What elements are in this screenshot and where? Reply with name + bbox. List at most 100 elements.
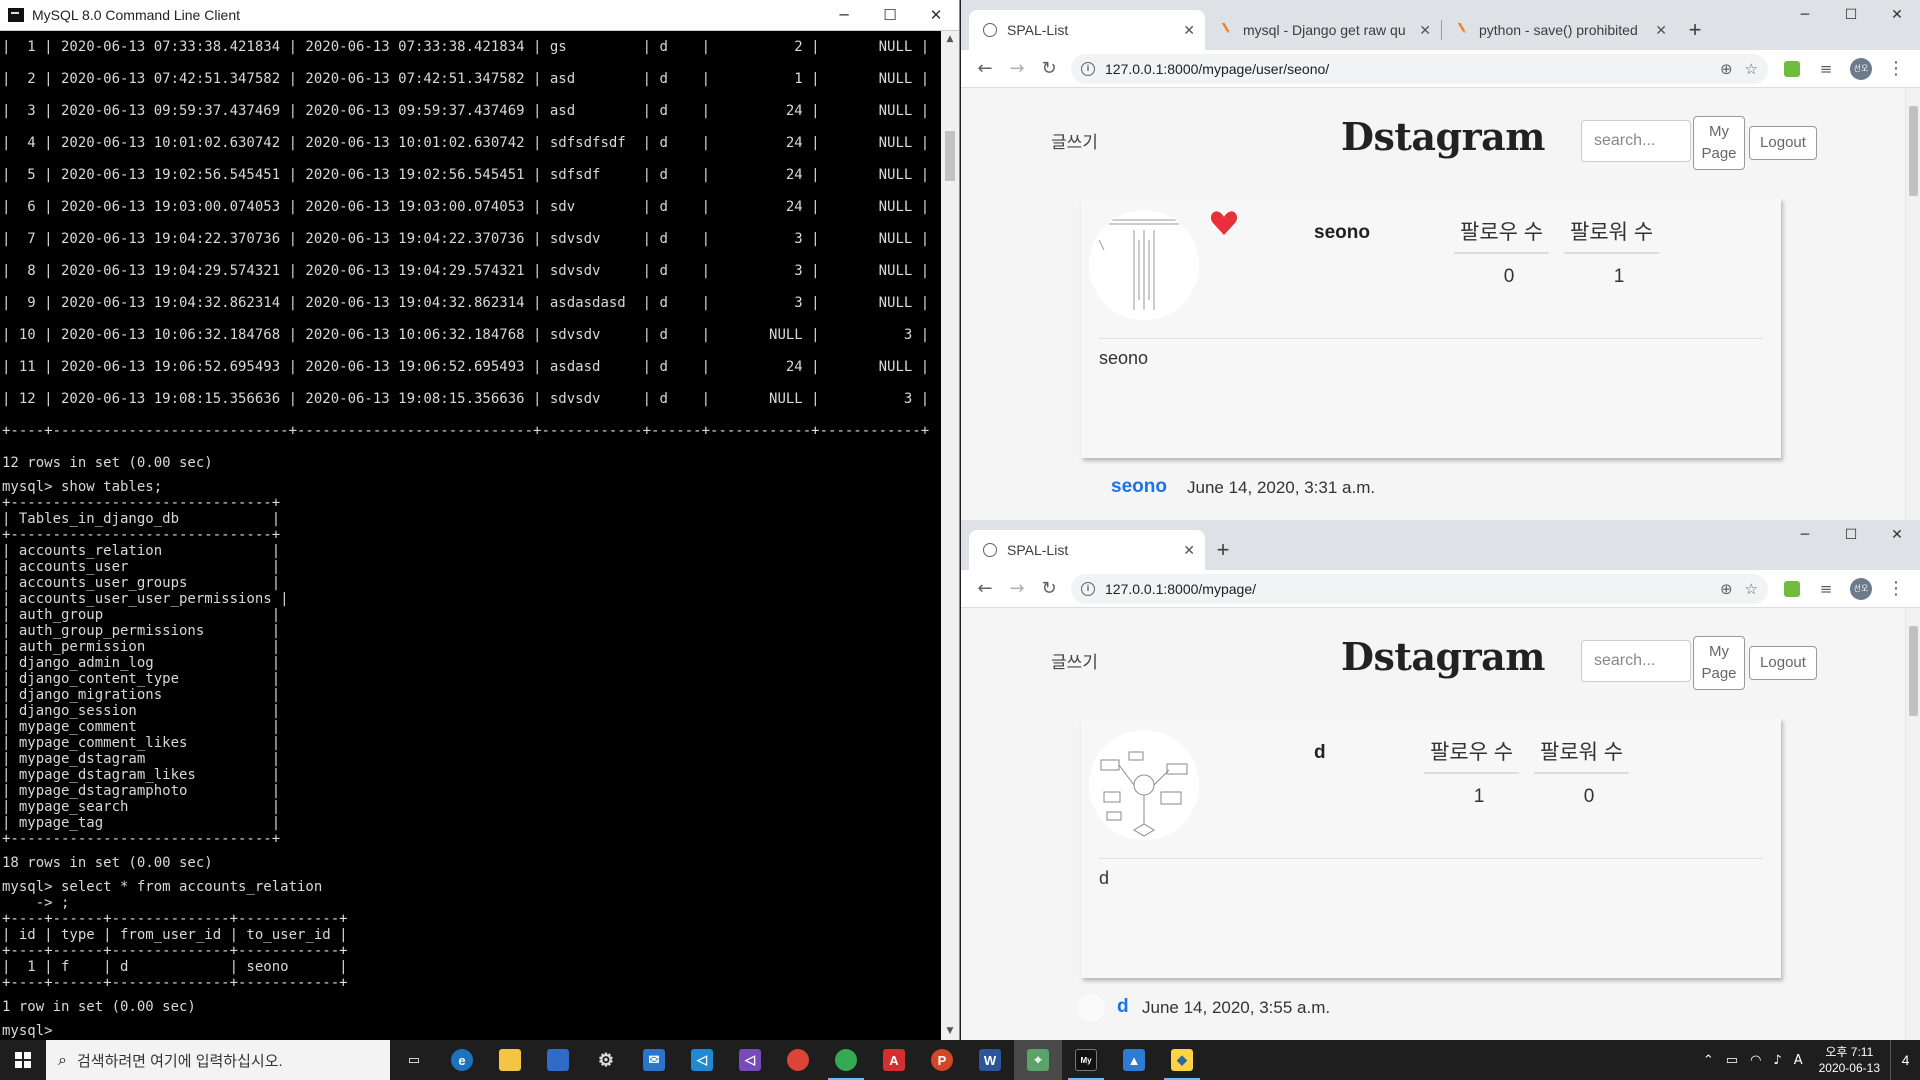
visual-studio-icon[interactable]: ◁ <box>726 1040 774 1080</box>
tab-close-icon[interactable]: ✕ <box>1183 22 1195 39</box>
media-icon[interactable]: ≡ <box>1810 573 1842 605</box>
maximize-icon[interactable]: ☐ <box>867 0 913 31</box>
acrobat-icon[interactable]: A <box>870 1040 918 1080</box>
scroll-up-icon[interactable]: ▲ <box>941 31 959 48</box>
reload-icon[interactable]: ↻ <box>1033 573 1065 605</box>
taskbar-search[interactable]: ⌕ 검색하려면 여기에 입력하십시오. <box>46 1040 390 1080</box>
tab-close-icon[interactable]: ✕ <box>1419 22 1431 39</box>
chrome-profile-icon[interactable] <box>822 1040 870 1080</box>
star-icon[interactable]: ☆ <box>1745 60 1758 78</box>
python-icon[interactable]: ◆ <box>1158 1040 1206 1080</box>
post-username[interactable]: d <box>1117 996 1129 1018</box>
mypage-button[interactable]: My Page <box>1693 636 1745 690</box>
wifi-icon[interactable]: ◠ <box>1750 1053 1761 1068</box>
tab-close-icon[interactable]: ✕ <box>1183 542 1195 559</box>
ime-indicator[interactable]: A <box>1794 1053 1803 1068</box>
profile-avatar[interactable]: 선오 <box>1850 57 1872 80</box>
logout-button[interactable]: Logout <box>1749 126 1817 160</box>
mail-icon[interactable]: ✉ <box>630 1040 678 1080</box>
following-count[interactable]: 1 <box>1464 786 1494 808</box>
tab-spal-list[interactable]: SPAL-List ✕ <box>969 10 1205 50</box>
back-icon[interactable]: ← <box>969 53 1001 85</box>
post-username[interactable]: seono <box>1111 476 1167 498</box>
console-titlebar[interactable]: MySQL 8.0 Command Line Client ─ ☐ ✕ <box>0 0 959 31</box>
powerpoint-icon[interactable]: P <box>918 1040 966 1080</box>
zoom-icon[interactable]: ⊕ <box>1720 580 1733 598</box>
follower-count[interactable]: 1 <box>1604 266 1634 288</box>
mypage-button[interactable]: My Page <box>1693 116 1745 170</box>
info-icon[interactable]: i <box>1081 61 1095 76</box>
star-icon[interactable]: ☆ <box>1745 580 1758 598</box>
battery-icon[interactable]: ▭ <box>1726 1053 1738 1068</box>
url-text[interactable]: 127.0.0.1:8000/mypage/ <box>1105 581 1708 597</box>
address-bar[interactable]: i 127.0.0.1:8000/mypage/ ⊕ ☆ <box>1071 573 1768 604</box>
browser-window-top[interactable]: SPAL-List ✕ mysql - Django get raw qu ✕ … <box>961 0 1920 520</box>
tab-python-save[interactable]: python - save() prohibited ✕ <box>1441 10 1677 50</box>
brand-logo[interactable]: Dstagram <box>1341 634 1545 679</box>
browser-window-bottom[interactable]: SPAL-List ✕ + ─ ☐ ✕ ← → ↻ i 127.0.0.1:80… <box>961 520 1920 1040</box>
minimize-icon[interactable]: ─ <box>1782 0 1828 30</box>
clock[interactable]: 오후 7:11 2020-06-13 <box>1819 1044 1880 1076</box>
start-button[interactable] <box>0 1040 46 1080</box>
store-icon[interactable] <box>534 1040 582 1080</box>
vscode-icon[interactable]: ◁ <box>678 1040 726 1080</box>
file-explorer-icon[interactable] <box>486 1040 534 1080</box>
page-viewport[interactable]: 글쓰기 Dstagram search... My Page Logout <box>961 608 1920 1040</box>
task-view-icon[interactable]: ▭ <box>390 1040 438 1080</box>
maximize-icon[interactable]: ☐ <box>1828 520 1874 550</box>
follower-count[interactable]: 0 <box>1574 786 1604 808</box>
minimize-icon[interactable]: ─ <box>821 0 867 31</box>
word-icon[interactable]: W <box>966 1040 1014 1080</box>
new-tab-button[interactable]: + <box>1205 530 1241 570</box>
mysql-console-taskbar-icon[interactable]: My <box>1062 1040 1110 1080</box>
maps-app-icon[interactable]: ⌖ <box>1014 1040 1062 1080</box>
mysql-console-window[interactable]: MySQL 8.0 Command Line Client ─ ☐ ✕ | 1 … <box>0 0 960 1040</box>
photos-icon[interactable]: ▲ <box>1110 1040 1158 1080</box>
console-output[interactable]: | 1 | 2020-06-13 07:33:38.421834 | 2020-… <box>0 31 942 1040</box>
profile-avatar[interactable]: 선오 <box>1850 577 1872 600</box>
write-link[interactable]: 글쓰기 <box>1051 128 1098 153</box>
zoom-icon[interactable]: ⊕ <box>1720 60 1733 78</box>
console-prompt[interactable]: mysql> <box>2 1023 942 1039</box>
edge-icon[interactable]: e <box>438 1040 486 1080</box>
info-icon[interactable]: i <box>1081 581 1095 596</box>
new-tab-button[interactable]: + <box>1677 10 1713 50</box>
page-scrollbar[interactable] <box>1905 88 1920 520</box>
console-scrollbar[interactable]: ▲ ▼ <box>941 31 959 1040</box>
scroll-thumb[interactable] <box>1909 626 1918 716</box>
close-icon[interactable]: ✕ <box>1874 0 1920 30</box>
search-input[interactable]: search... <box>1581 640 1691 682</box>
minimize-icon[interactable]: ─ <box>1782 520 1828 550</box>
forward-icon[interactable]: → <box>1001 53 1033 85</box>
extension-icon[interactable] <box>1784 580 1800 597</box>
reload-icon[interactable]: ↻ <box>1033 53 1065 85</box>
scroll-thumb[interactable] <box>1909 106 1918 196</box>
settings-icon[interactable]: ⚙ <box>582 1040 630 1080</box>
notification-icon[interactable]: 4 <box>1890 1040 1920 1080</box>
tab-mysql-django[interactable]: mysql - Django get raw qu ✕ <box>1205 10 1441 50</box>
maximize-icon[interactable]: ☐ <box>1828 0 1874 30</box>
scroll-thumb[interactable] <box>945 131 955 181</box>
write-link[interactable]: 글쓰기 <box>1051 648 1098 673</box>
extension-icon[interactable] <box>1784 60 1800 77</box>
address-bar[interactable]: i 127.0.0.1:8000/mypage/user/seono/ ⊕ ☆ <box>1071 53 1768 84</box>
tab-spal-list[interactable]: SPAL-List ✕ <box>969 530 1205 570</box>
forward-icon[interactable]: → <box>1001 573 1033 605</box>
heart-icon[interactable] <box>1210 210 1238 236</box>
menu-icon[interactable]: ⋮ <box>1880 53 1912 85</box>
close-icon[interactable]: ✕ <box>1874 520 1920 550</box>
logout-button[interactable]: Logout <box>1749 646 1817 680</box>
tab-close-icon[interactable]: ✕ <box>1655 22 1667 39</box>
search-input[interactable]: search... <box>1581 120 1691 162</box>
url-text[interactable]: 127.0.0.1:8000/mypage/user/seono/ <box>1105 61 1708 77</box>
brand-logo[interactable]: Dstagram <box>1341 114 1545 159</box>
page-viewport[interactable]: 글쓰기 Dstagram search... My Page Logout <box>961 88 1920 520</box>
back-icon[interactable]: ← <box>969 573 1001 605</box>
menu-icon[interactable]: ⋮ <box>1880 573 1912 605</box>
page-scrollbar[interactable] <box>1905 608 1920 1040</box>
volume-icon[interactable]: ♪ <box>1773 1053 1781 1068</box>
scroll-down-icon[interactable]: ▼ <box>941 1023 959 1040</box>
media-icon[interactable]: ≡ <box>1810 53 1842 85</box>
chevron-up-icon[interactable]: ⌃ <box>1703 1053 1714 1068</box>
close-icon[interactable]: ✕ <box>913 0 959 31</box>
